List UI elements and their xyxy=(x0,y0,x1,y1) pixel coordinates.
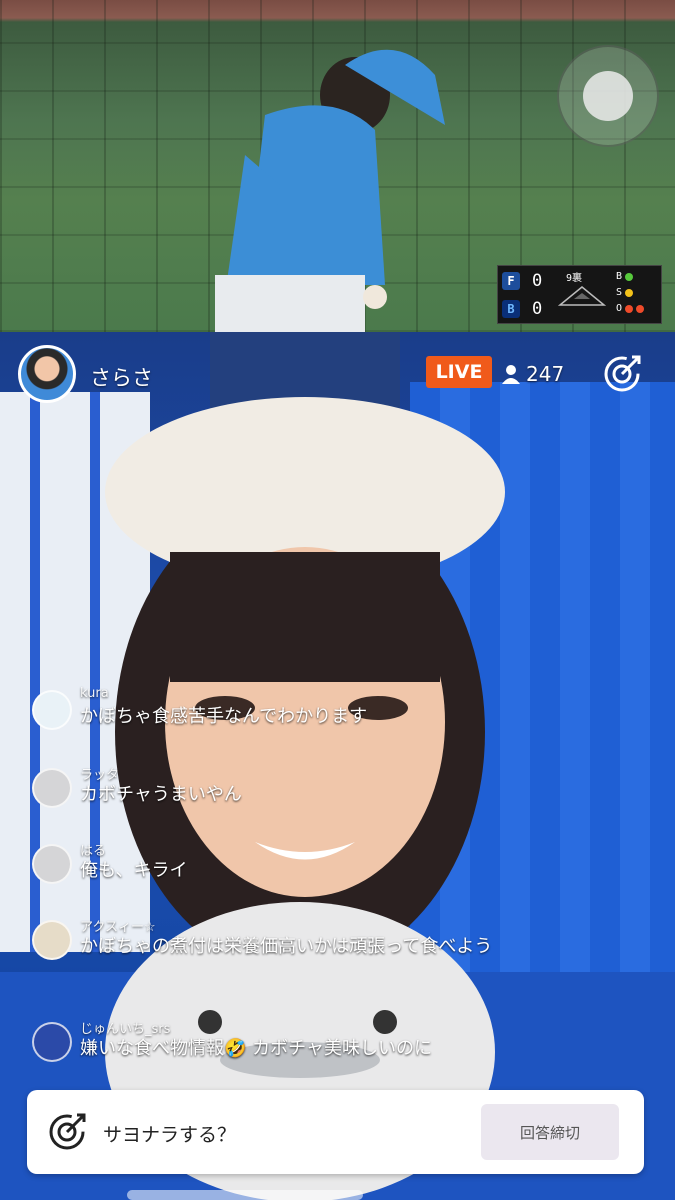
viewer-icon xyxy=(502,365,520,384)
comment-user[interactable]: アクスィー☆ xyxy=(80,916,156,935)
stream-header: さらさ LIVE 247 xyxy=(0,344,675,414)
comment-user[interactable]: ラッタ xyxy=(80,764,119,783)
team-home-logo: F xyxy=(502,272,520,290)
scoreboard: F 0 B 0 9裏 B S O xyxy=(497,265,662,324)
poll-question: サヨナラする？ xyxy=(103,1124,237,1146)
score-home: 0 xyxy=(532,271,543,291)
home-indicator[interactable] xyxy=(127,1190,363,1200)
comment-avatar[interactable] xyxy=(32,690,72,730)
floating-action-button[interactable] xyxy=(557,45,659,147)
out-dot-1 xyxy=(625,304,634,313)
viewer-count: 247 xyxy=(502,362,564,386)
streamer-name[interactable]: さらさ xyxy=(90,362,153,392)
game-broadcast: F 0 B 0 9裏 B S O xyxy=(0,0,675,332)
target-icon xyxy=(49,1113,86,1150)
comment-avatar[interactable] xyxy=(32,768,72,808)
comment-avatar[interactable] xyxy=(32,920,72,960)
ball-dot xyxy=(625,272,634,281)
comment-text: 嫌いな食べ物情報🤣 カボチャ美味しいのに xyxy=(80,1038,432,1059)
close-poll-button[interactable]: 回答締切 xyxy=(481,1104,619,1160)
comment-text: かぼちゃ食感苦手なんでわかります xyxy=(80,706,368,727)
pitcher-figure xyxy=(215,49,445,332)
out-dot-2 xyxy=(636,304,645,313)
comment-user[interactable]: kura xyxy=(80,686,109,701)
comment-avatar[interactable] xyxy=(32,844,72,884)
comment-user[interactable]: じゅんいち_srs xyxy=(80,1018,170,1037)
count-label-strike: S xyxy=(616,287,623,298)
score-away: 0 xyxy=(532,299,543,319)
strike-dot xyxy=(625,288,634,297)
live-badge: LIVE xyxy=(426,356,492,388)
target-icon[interactable] xyxy=(602,354,642,394)
comment-avatar[interactable] xyxy=(32,1022,72,1062)
team-away-logo: B xyxy=(502,300,520,318)
poll-card: サヨナラする？ 回答締切 xyxy=(27,1090,644,1174)
bases-diamond xyxy=(558,286,606,306)
count-label-ball: B xyxy=(616,271,623,282)
comment-text: 俺も、キライ xyxy=(80,860,188,881)
viewer-count-value: 247 xyxy=(526,362,565,386)
count-label-out: O xyxy=(616,303,623,314)
streamer-avatar[interactable] xyxy=(18,345,76,403)
comment-user[interactable]: はる xyxy=(80,840,106,859)
live-stream-view: さらさ LIVE 247 kura かぼちゃ食感苦手なんでわかります ラッタ カ… xyxy=(0,332,675,1200)
comment-text: かぼちゃの煮付は栄養価高いかは頑張って食べよう xyxy=(80,936,493,957)
comment-text: カボチャうまいやん xyxy=(80,784,242,805)
